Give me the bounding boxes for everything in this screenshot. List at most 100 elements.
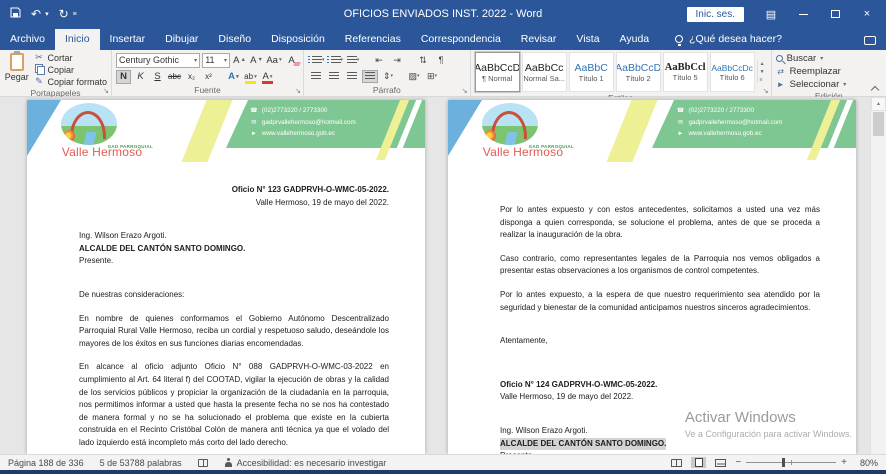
subscript-button[interactable]: x₂: [184, 70, 199, 84]
multilevel-list-button[interactable]: ▾: [345, 54, 361, 67]
undo-icon[interactable]: ↶: [31, 7, 41, 21]
tell-me-search[interactable]: ¿Qué desea hacer?: [659, 33, 792, 50]
accessibility-status[interactable]: Accesibilidad: es necesario investigar: [224, 458, 387, 468]
scrollbar-thumb[interactable]: [873, 112, 884, 136]
style-item[interactable]: AaBbCcDcTítulo 6: [710, 52, 755, 92]
show-paragraph-marks-button[interactable]: ¶: [433, 54, 449, 67]
print-layout-button[interactable]: [691, 457, 706, 468]
align-left-button[interactable]: [308, 70, 324, 83]
zoom-control[interactable]: − +: [735, 457, 847, 468]
doc-paragraph: Presente.: [79, 255, 389, 268]
ribbon-tab[interactable]: Correspondencia: [411, 29, 511, 50]
clear-formatting-button[interactable]: A: [284, 53, 299, 67]
font-dialog-launcher[interactable]: ↘: [295, 87, 301, 95]
paragraph-dialog-launcher[interactable]: ↘: [462, 87, 468, 95]
feedback-comment-icon[interactable]: [864, 36, 876, 45]
zoom-slider[interactable]: [746, 462, 836, 463]
paste-button[interactable]: Pegar: [4, 52, 29, 82]
scroll-up-icon[interactable]: ▲: [871, 97, 886, 111]
page-indicator[interactable]: Página 188 de 336: [8, 458, 84, 468]
ribbon-tab[interactable]: Archivo: [0, 29, 55, 50]
style-item[interactable]: AaBbCcDTítulo 2: [616, 52, 661, 92]
close-button[interactable]: ×: [852, 2, 882, 26]
ribbon-tab[interactable]: Referencias: [335, 29, 411, 50]
styles-dialog-launcher[interactable]: ↘: [763, 87, 769, 95]
ribbon-tab[interactable]: Vista: [566, 29, 609, 50]
page-left-text[interactable]: Oficio N° 123 GADPRVH-O-WMC-05-2022.Vall…: [27, 164, 425, 454]
ribbon-tab[interactable]: Insertar: [100, 29, 156, 50]
proofing-status-icon[interactable]: [198, 459, 208, 467]
shading-button[interactable]: ▨▾: [406, 70, 422, 83]
zoom-slider-thumb[interactable]: [782, 458, 785, 467]
logo-emblem-bridge: [61, 103, 117, 145]
decrease-indent-button[interactable]: ⇤: [371, 54, 387, 67]
sort-button[interactable]: ⇅: [415, 54, 431, 67]
italic-button[interactable]: K: [133, 70, 148, 84]
style-item[interactable]: AaBbCcNormal Sa...: [522, 52, 567, 92]
select-button[interactable]: ►Seleccionar▾: [776, 78, 847, 90]
borders-button[interactable]: ⊞▾: [424, 70, 440, 83]
style-item[interactable]: AaBbCTítulo 1: [569, 52, 614, 92]
page-right-text[interactable]: Por lo antes expuesto y con estos antece…: [448, 164, 856, 454]
zoom-in-button[interactable]: +: [841, 457, 847, 468]
word-count[interactable]: 5 de 53788 palabras: [100, 458, 182, 468]
superscript-button[interactable]: x²: [201, 70, 216, 84]
cut-button[interactable]: ✂Cortar: [33, 52, 107, 63]
ribbon-display-options-icon[interactable]: ▤: [756, 2, 786, 26]
text-effects-button[interactable]: A▾: [226, 70, 241, 84]
read-mode-button[interactable]: [669, 457, 684, 468]
bullet-list-icon: [312, 56, 322, 65]
align-center-button[interactable]: [326, 70, 342, 83]
find-button[interactable]: Buscar▾: [776, 52, 824, 64]
document-page-right[interactable]: Valle HermosoGAD PARROQUIAL ☎(02)2773220…: [448, 100, 856, 454]
align-right-button[interactable]: [344, 70, 360, 83]
web-layout-button[interactable]: [713, 457, 728, 468]
vertical-scrollbar[interactable]: ▲: [870, 97, 886, 454]
ribbon-tab[interactable]: Inicio: [55, 29, 100, 50]
font-name-combo[interactable]: Century Gothic▾: [116, 53, 200, 68]
strikethrough-button[interactable]: abc: [167, 70, 182, 84]
styles-gallery-scroll[interactable]: ▲ ▼ ≡: [757, 61, 767, 83]
undo-dropdown-icon[interactable]: ▾: [45, 10, 49, 18]
document-page-left[interactable]: Valle HermosoGAD PARROQUIAL ☎(02)2773220…: [27, 100, 425, 454]
ribbon-tab[interactable]: Revisar: [511, 29, 567, 50]
highlight-color-button[interactable]: ab▾: [243, 70, 258, 84]
tell-me-label[interactable]: ¿Qué desea hacer?: [689, 33, 782, 45]
zoom-level[interactable]: 80%: [854, 458, 878, 468]
clipboard-dialog-launcher[interactable]: ↘: [103, 87, 109, 95]
lightbulb-icon: [675, 35, 683, 43]
copy-button[interactable]: Copiar: [33, 64, 107, 75]
bullets-button[interactable]: ▾: [308, 54, 325, 67]
format-painter-button[interactable]: ✎Copiar formato: [33, 76, 107, 87]
ribbon-tab[interactable]: Dibujar: [155, 29, 208, 50]
change-case-button[interactable]: Aa▾: [266, 53, 282, 67]
font-size-combo[interactable]: 11▾: [202, 53, 230, 68]
font-color-button[interactable]: A▾: [260, 70, 275, 84]
document-area[interactable]: Valle HermosoGAD PARROQUIAL ☎(02)2773220…: [0, 97, 886, 454]
grow-font-button[interactable]: A▲: [232, 53, 247, 67]
gallery-up-icon[interactable]: ▲: [760, 61, 765, 67]
restore-button[interactable]: [820, 2, 850, 26]
ribbon-tab[interactable]: Diseño: [208, 29, 261, 50]
underline-button[interactable]: S: [150, 70, 165, 84]
save-icon[interactable]: [10, 7, 21, 21]
line-spacing-button[interactable]: ⇕▾: [380, 70, 396, 83]
gallery-more-icon[interactable]: ≡: [760, 77, 765, 83]
redo-icon[interactable]: ↻: [59, 7, 69, 21]
qat-customize-icon[interactable]: ≡: [73, 11, 77, 18]
format-painter-icon: ✎: [33, 76, 44, 87]
style-item[interactable]: AaBbCcD¶ Normal: [475, 52, 520, 92]
bold-button[interactable]: N: [116, 70, 131, 84]
gallery-down-icon[interactable]: ▼: [760, 69, 765, 75]
zoom-out-button[interactable]: −: [735, 457, 741, 468]
numbering-button[interactable]: ▾: [327, 54, 344, 67]
justify-button[interactable]: [362, 70, 378, 83]
style-item[interactable]: AaBbCclTítulo 5: [663, 52, 708, 92]
sign-in-button[interactable]: Inic. ses.: [687, 7, 744, 22]
shrink-font-button[interactable]: A▼: [249, 53, 264, 67]
increase-indent-button[interactable]: ⇥: [389, 54, 405, 67]
ribbon-tab[interactable]: Ayuda: [610, 29, 660, 50]
replace-button[interactable]: ⇄Reemplazar: [776, 65, 841, 77]
minimize-button[interactable]: [788, 2, 818, 26]
ribbon-tab[interactable]: Disposición: [261, 29, 335, 50]
